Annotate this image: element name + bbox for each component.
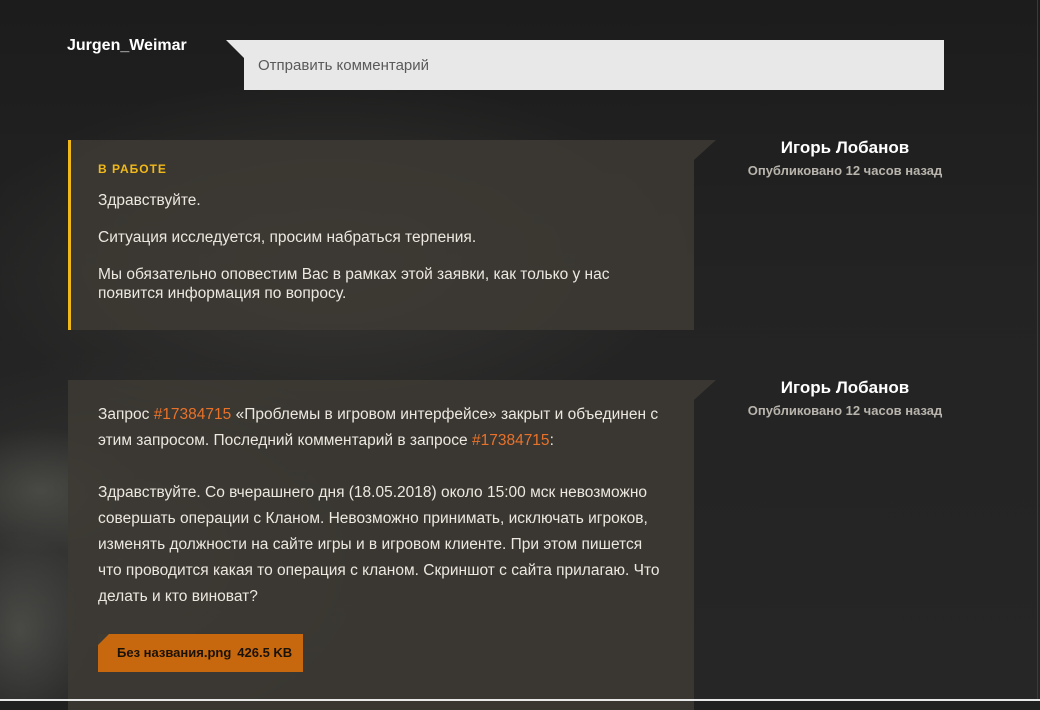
attachment-size: 426.5 KB <box>237 645 293 660</box>
message-paragraph: Здравствуйте. <box>98 192 201 209</box>
publish-time: Опубликовано 12 часов назад <box>747 163 943 178</box>
message-paragraph: Мы обязательно оповестим Вас в рамках эт… <box>98 266 610 302</box>
ticket-link[interactable]: #17384715 <box>472 432 550 449</box>
merge-notice: Запрос #17384715 «Проблемы в игровом инт… <box>98 402 666 454</box>
author-name[interactable]: Игорь Лобанов <box>745 138 945 158</box>
message-author: Игорь Лобанов Опубликовано 12 часов наза… <box>745 378 945 418</box>
comment-box-tail <box>226 40 244 58</box>
ticket-link[interactable]: #17384715 <box>154 406 232 423</box>
attachment-button[interactable]: Без названия.png 426.5 KB <box>98 634 304 672</box>
attachment-filename: Без названия.png <box>117 645 232 660</box>
status-badge: В РАБОТЕ <box>98 162 167 176</box>
message-paragraph: Здравствуйте. Со вчерашнего дня (18.05.2… <box>98 484 660 605</box>
merge-notice-suffix: : <box>549 432 554 449</box>
current-username: Jurgen_Weimar <box>67 37 187 54</box>
author-name[interactable]: Игорь Лобанов <box>745 378 945 398</box>
message-author: Игорь Лобанов Опубликовано 12 часов наза… <box>745 138 945 178</box>
right-divider <box>1037 0 1038 701</box>
message-card-tail <box>694 380 716 400</box>
merge-notice-prefix: Запрос <box>98 406 154 423</box>
attachment-corner-icon <box>98 634 109 645</box>
publish-time: Опубликовано 12 часов назад <box>747 403 943 418</box>
message-card: В РАБОТЕ Здравствуйте. Ситуация исследуе… <box>68 140 694 330</box>
comment-input[interactable] <box>244 40 944 90</box>
message-paragraph: Ситуация исследуется, просим набраться т… <box>98 229 477 246</box>
message-card-tail <box>694 140 716 160</box>
message-card: Запрос #17384715 «Проблемы в игровом инт… <box>68 380 694 710</box>
comment-box <box>226 40 944 90</box>
